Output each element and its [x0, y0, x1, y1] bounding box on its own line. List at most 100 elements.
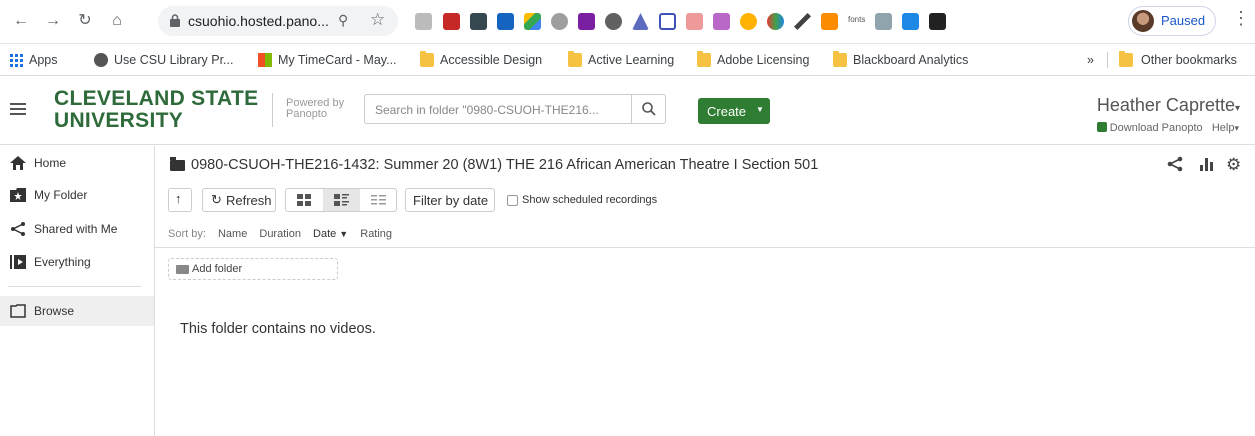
extension-icon[interactable]	[415, 13, 432, 30]
sidebar: Home My Folder Shared with Me Everything	[0, 146, 155, 436]
bookmark-item[interactable]: Active Learning	[588, 53, 674, 67]
bookmark-item[interactable]: Blackboard Analytics	[853, 53, 968, 67]
bookmark-item[interactable]: My TimeCard - May...	[278, 53, 397, 67]
bookmark-item[interactable]: Accessible Design	[440, 53, 542, 67]
accessibility-icon[interactable]	[902, 13, 919, 30]
folder-icon	[833, 51, 847, 67]
sidebar-item-home[interactable]: Home	[0, 148, 154, 178]
url-text: csuohio.hosted.pano...	[188, 13, 329, 29]
refresh-button[interactable]: ↻ Refresh	[202, 188, 276, 212]
bookmarks-overflow-icon[interactable]: »	[1087, 53, 1094, 67]
extension-icon[interactable]	[578, 13, 595, 30]
browser-toolbar: ← → ↻ ⌂ csuohio.hosted.pano... ⚲ ☆ fonts…	[0, 0, 1255, 44]
home-nav-icon[interactable]: ⌂	[106, 10, 128, 32]
create-button[interactable]: Create ▼	[698, 98, 770, 124]
stats-icon[interactable]	[1199, 156, 1215, 172]
other-bookmarks[interactable]: Other bookmarks	[1141, 53, 1237, 67]
bookmark-item[interactable]: Adobe Licensing	[717, 53, 809, 67]
apps-grid-icon[interactable]	[10, 54, 24, 68]
color-extension-icon[interactable]	[767, 13, 784, 30]
play-stack-icon	[10, 255, 26, 269]
download-panopto-link[interactable]: Download Panopto	[1110, 122, 1203, 134]
zoom-icon[interactable]: ⚲	[338, 12, 348, 29]
main-content: 0980-CSUOH-THE216-1432: Summer 20 (8W1) …	[155, 146, 1255, 436]
reload-icon[interactable]: ↻	[74, 10, 96, 32]
home-icon	[10, 156, 26, 170]
address-bar[interactable]: csuohio.hosted.pano... ⚲ ☆	[158, 6, 398, 36]
caret-down-icon: ▾	[1234, 103, 1240, 114]
extension-icon[interactable]	[740, 13, 757, 30]
bookmarks-divider	[1107, 52, 1108, 68]
extension-icon[interactable]	[929, 13, 946, 30]
globe-icon	[94, 53, 108, 67]
grid-view-icon	[297, 194, 311, 206]
help-menu[interactable]: Help	[1212, 122, 1235, 134]
sidebar-item-shared-with-me[interactable]: Shared with Me	[0, 214, 154, 244]
sort-date[interactable]: Date ▼	[313, 228, 348, 240]
avatar	[1132, 10, 1154, 32]
share-icon[interactable]	[1167, 156, 1183, 172]
header-links: Download Panopto Help▾	[1096, 122, 1239, 134]
sidebar-item-my-folder[interactable]: My Folder	[0, 180, 154, 210]
bookmark-item[interactable]: Use CSU Library Pr...	[114, 53, 233, 67]
fonts-extension-icon[interactable]: fonts	[848, 15, 865, 24]
drive-icon[interactable]	[524, 13, 541, 30]
create-label: Create	[707, 104, 747, 119]
show-scheduled-checkbox[interactable]	[507, 195, 518, 206]
sidebar-item-browse[interactable]: Browse	[0, 296, 154, 326]
user-menu[interactable]: Heather Caprette▾	[1097, 95, 1240, 116]
sidebar-item-label: Browse	[34, 304, 75, 318]
sort-duration[interactable]: Duration	[259, 228, 301, 240]
up-arrow-icon: ↑	[175, 191, 182, 206]
search-input[interactable]: Search in folder "0980-CSUOH-THE216...	[364, 94, 666, 124]
lock-icon	[170, 14, 180, 27]
folder-title: 0980-CSUOH-THE216-1432: Summer 20 (8W1) …	[191, 157, 819, 173]
sort-by-label: Sort by:	[168, 228, 206, 240]
extension-icon[interactable]	[497, 13, 514, 30]
extension-icon[interactable]	[686, 13, 703, 30]
extension-icon[interactable]	[470, 13, 487, 30]
logo-divider	[272, 93, 273, 127]
logo-line-1[interactable]: CLEVELAND STATE	[54, 87, 258, 111]
folder-icon	[697, 51, 711, 67]
bookmark-apps[interactable]: Apps	[29, 53, 58, 67]
up-folder-button[interactable]: ↑	[168, 188, 192, 212]
powered-by-brand: Panopto	[286, 108, 327, 120]
extension-icon[interactable]	[605, 13, 622, 30]
filter-by-date-button[interactable]: Filter by date	[405, 188, 495, 212]
empty-folder-message: This folder contains no videos.	[180, 321, 376, 337]
sidebar-item-everything[interactable]: Everything	[0, 247, 154, 277]
logo-line-2[interactable]: UNIVERSITY	[54, 109, 183, 133]
sort-rating[interactable]: Rating	[360, 228, 392, 240]
screenshot-icon[interactable]	[659, 13, 676, 30]
filter-label: Filter by date	[413, 193, 489, 208]
bookmark-star-icon[interactable]: ☆	[370, 10, 385, 30]
add-folder-icon	[176, 265, 189, 274]
profile-button[interactable]: Paused	[1128, 6, 1216, 36]
extension-icon[interactable]	[551, 13, 568, 30]
folder-icon	[170, 157, 185, 171]
gear-icon[interactable]: ⚙	[1226, 155, 1241, 175]
hamburger-menu-icon[interactable]	[10, 103, 26, 115]
profile-status: Paused	[1161, 13, 1206, 28]
rss-icon[interactable]	[821, 13, 838, 30]
search-button[interactable]	[631, 95, 665, 123]
add-folder-button[interactable]: Add folder	[168, 258, 338, 280]
refresh-label: Refresh	[226, 193, 272, 208]
detail-view-button[interactable]	[323, 189, 360, 211]
forward-arrow-icon[interactable]: →	[42, 10, 64, 32]
folder-icon	[420, 51, 434, 67]
sidebar-item-label: Everything	[34, 255, 91, 269]
extension-icon[interactable]	[713, 13, 730, 30]
pdf-extension-icon[interactable]	[443, 13, 460, 30]
sort-name[interactable]: Name	[218, 228, 247, 240]
accessibility-extension-icon[interactable]	[632, 13, 649, 30]
eyedropper-icon[interactable]	[794, 13, 811, 30]
star-folder-icon	[10, 188, 26, 202]
back-arrow-icon[interactable]: ←	[10, 10, 32, 32]
list-view-button[interactable]	[360, 189, 397, 211]
show-scheduled-label: Show scheduled recordings	[522, 194, 658, 206]
extension-icon[interactable]	[875, 13, 892, 30]
browser-menu-icon[interactable]: ⋮	[1232, 8, 1250, 29]
thumbnail-view-button[interactable]	[286, 189, 323, 211]
